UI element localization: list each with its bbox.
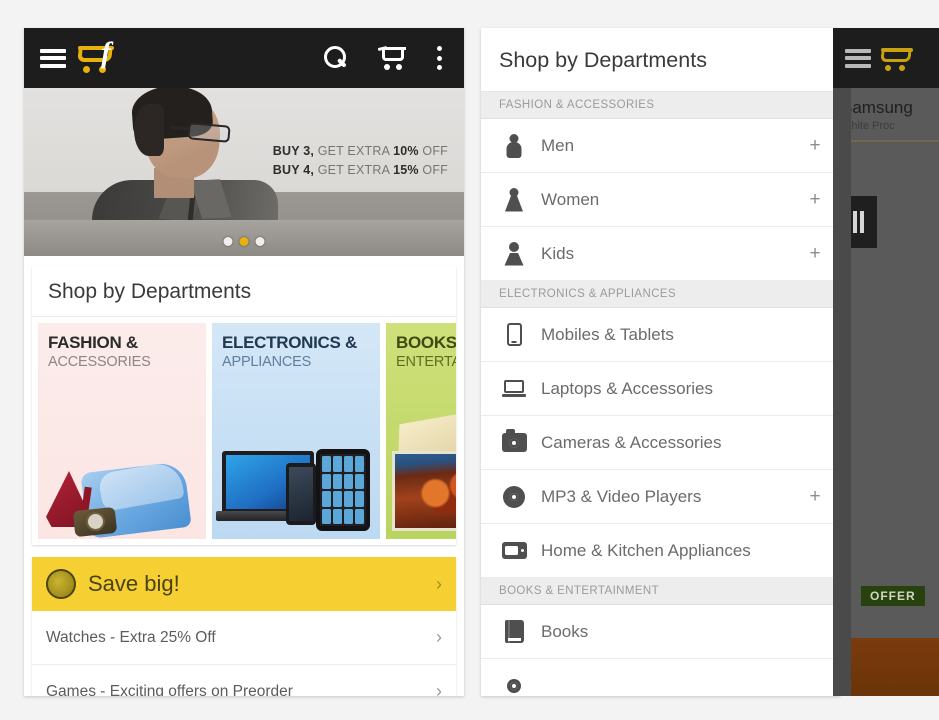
- banner-line2-bold: BUY 4,: [272, 163, 315, 178]
- home-screen-panel: f BUY 3, GET EXTRA 10% OFF BUY 4, GET EX…: [24, 28, 464, 696]
- camera-icon: [499, 429, 529, 452]
- more-vertical-icon[interactable]: [436, 46, 442, 70]
- menu-item-label: Home & Kitchen Appliances: [541, 540, 751, 560]
- banner-line2-rest: GET EXTRA: [314, 163, 394, 178]
- list-item[interactable]: Games - Exciting offers on Preorder ›: [32, 665, 456, 696]
- dept-tile-title: BOOKS &: [396, 333, 456, 352]
- menu-item-home-kitchen-appliances[interactable]: Home & Kitchen Appliances: [481, 524, 840, 578]
- dept-tile-books[interactable]: BOOKS & ENTERTAINMENT: [386, 323, 456, 539]
- screenshot-stage: f BUY 3, GET EXTRA 10% OFF BUY 4, GET EX…: [0, 0, 939, 720]
- panel-left-edge: [833, 88, 851, 696]
- menu-item-men[interactable]: Men +: [481, 119, 840, 173]
- menu-item-books[interactable]: Books: [481, 605, 840, 659]
- departments-card-title: Shop by Departments: [32, 266, 456, 317]
- menu-item-mobiles-tablets[interactable]: Mobiles & Tablets: [481, 308, 840, 362]
- glasses-icon: [187, 122, 231, 143]
- menu-title: Shop by Departments: [481, 28, 840, 92]
- dept-tile-subtitle: APPLIANCES: [222, 354, 312, 370]
- fashion-tile-art: [38, 387, 206, 539]
- banner-model-image: [92, 88, 278, 241]
- phone-icon: [499, 323, 529, 346]
- product-footer-bar[interactable]: [851, 638, 939, 696]
- banner-line2-off: OFF: [418, 163, 448, 178]
- banner-offer-text: BUY 3, GET EXTRA 10% OFF BUY 4, GET EXTR…: [273, 142, 448, 181]
- product-screen-panel: Samsung White Proc OFFER Rs. 399 In Stoc…: [833, 28, 939, 696]
- partial-icon: [499, 678, 529, 693]
- hero-banner[interactable]: BUY 3, GET EXTRA 10% OFF BUY 4, GET EXTR…: [24, 88, 464, 256]
- cart-icon[interactable]: [377, 45, 406, 70]
- carousel-dot[interactable]: [223, 237, 233, 246]
- departments-card: Shop by Departments FASHION & ACCESSORIE…: [32, 266, 456, 545]
- menu-item-label: Books: [541, 621, 589, 641]
- offer-label: Watches - Extra 25% Off: [46, 628, 216, 646]
- expand-plus-icon[interactable]: +: [806, 486, 824, 508]
- electronics-tile-art: [212, 387, 380, 539]
- carousel-dot[interactable]: [255, 237, 265, 246]
- dept-tile-electronics[interactable]: ELECTRONICS & APPLIANCES: [212, 323, 380, 539]
- banner-line2-pct: 15%: [393, 163, 419, 178]
- banner-line1-bold: BUY 3,: [272, 144, 315, 158]
- menu-item-kids[interactable]: Kids +: [481, 227, 840, 281]
- carousel-dots[interactable]: [223, 237, 265, 246]
- menu-section-header-books: BOOKS & ENTERTAINMENT: [481, 578, 840, 605]
- list-item[interactable]: Watches - Extra 25% Off ›: [32, 611, 456, 665]
- menu-item-label: Cameras & Accessories: [541, 432, 722, 452]
- menu-item-partial[interactable]: [481, 659, 840, 696]
- dept-tile-title: ELECTRONICS &: [222, 333, 357, 352]
- dept-tile-subtitle: ENTERTAINMENT: [396, 354, 456, 370]
- laptop-icon: [499, 380, 529, 397]
- dept-tile-subtitle: ACCESSORIES: [48, 354, 151, 370]
- discount-badge-icon: [46, 569, 76, 599]
- menu-item-label: Kids: [541, 243, 575, 263]
- book-icon: [499, 620, 529, 643]
- departments-menu-panel: Shop by Departments FASHION & ACCESSORIE…: [481, 28, 840, 696]
- save-big-label: Save big!: [88, 571, 180, 596]
- appliance-icon: [499, 542, 529, 559]
- save-big-banner[interactable]: Save big! ›: [32, 557, 456, 611]
- carousel-dot-active[interactable]: [239, 237, 249, 246]
- menu-item-label: Women: [541, 189, 600, 209]
- search-icon[interactable]: [324, 46, 348, 70]
- flipkart-logo-icon[interactable]: [879, 43, 923, 73]
- chevron-right-icon: ›: [436, 681, 442, 696]
- departments-tile-strip[interactable]: FASHION & ACCESSORIES ELECTRONICS & APPL…: [32, 317, 456, 545]
- person-kid-icon: [499, 241, 529, 266]
- menu-item-women[interactable]: Women +: [481, 173, 840, 227]
- offers-list: Watches - Extra 25% Off › Games - Exciti…: [32, 611, 456, 696]
- dept-tile-title: FASHION &: [48, 333, 138, 352]
- menu-item-laptops-accessories[interactable]: Laptops & Accessories: [481, 362, 840, 416]
- logo-letter: f: [101, 36, 111, 69]
- expand-plus-icon[interactable]: +: [806, 243, 824, 265]
- banner-line1-pct: 10%: [393, 144, 419, 158]
- menu-section-header-fashion: FASHION & ACCESSORIES: [481, 92, 840, 119]
- disc-icon: [499, 485, 529, 508]
- expand-plus-icon[interactable]: +: [806, 189, 824, 211]
- product-content: Samsung White Proc OFFER Rs. 399 In Stoc…: [833, 88, 939, 696]
- offer-badge: OFFER: [861, 586, 925, 606]
- chevron-right-icon: ›: [436, 573, 442, 594]
- menu-section-header-electronics: ELECTRONICS & APPLIANCES: [481, 281, 840, 308]
- books-tile-art: [386, 387, 456, 539]
- menu-item-label: Mobiles & Tablets: [541, 324, 674, 344]
- offer-label: Games - Exciting offers on Preorder: [46, 682, 293, 697]
- menu-item-cameras-accessories[interactable]: Cameras & Accessories: [481, 416, 840, 470]
- app-bar: f: [24, 28, 464, 88]
- flipkart-logo-icon[interactable]: f: [76, 36, 128, 75]
- menu-item-label: Men: [541, 135, 575, 155]
- person-woman-icon: [499, 187, 529, 212]
- hamburger-icon[interactable]: [40, 48, 66, 68]
- dept-tile-fashion[interactable]: FASHION & ACCESSORIES: [38, 323, 206, 539]
- expand-plus-icon[interactable]: +: [806, 135, 824, 157]
- menu-item-label: MP3 & Video Players: [541, 486, 702, 506]
- person-icon: [499, 133, 529, 158]
- banner-line1-rest: GET EXTRA: [314, 144, 394, 158]
- hamburger-icon[interactable]: [845, 48, 871, 68]
- banner-line1-off: OFF: [418, 144, 448, 158]
- chevron-right-icon: ›: [436, 627, 442, 647]
- menu-item-mp3-video-players[interactable]: MP3 & Video Players +: [481, 470, 840, 524]
- menu-item-label: Laptops & Accessories: [541, 378, 713, 398]
- product-app-bar: [833, 28, 939, 88]
